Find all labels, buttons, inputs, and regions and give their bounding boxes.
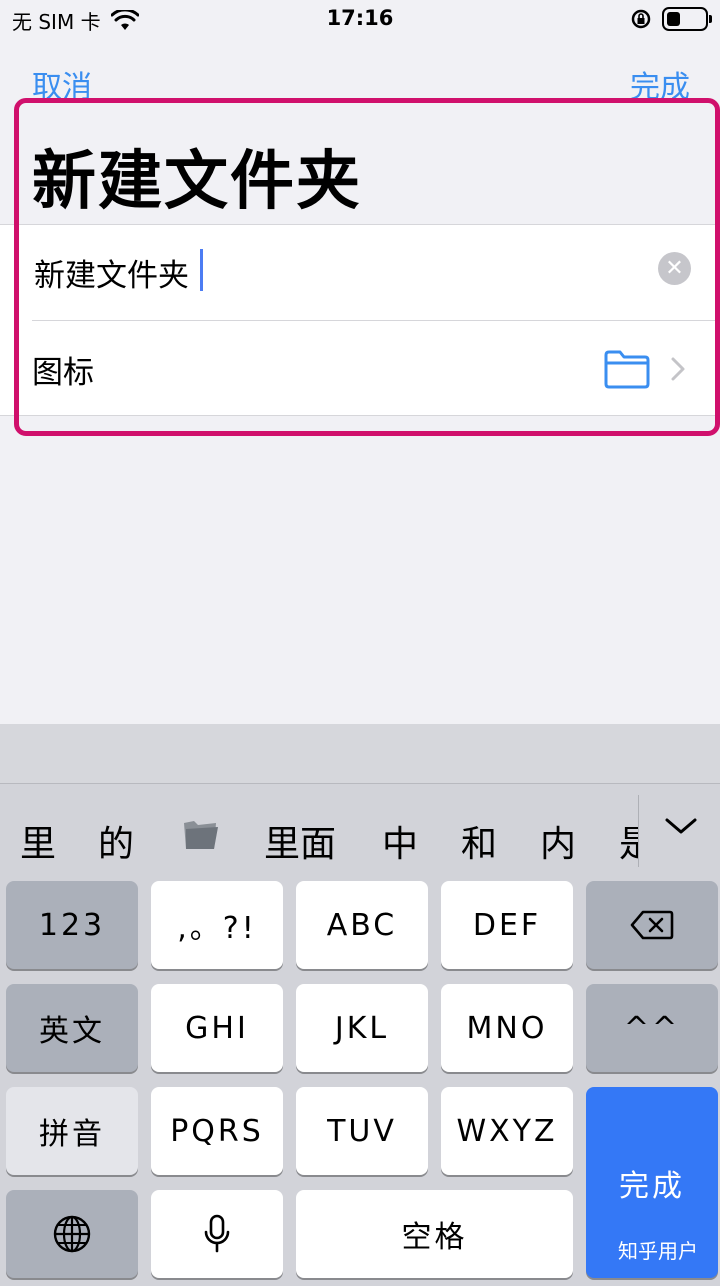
keyboard-top-bar — [0, 724, 720, 784]
key-wxyz[interactable]: WXYZ — [441, 1087, 573, 1175]
key-abc[interactable]: ABC — [296, 881, 428, 969]
key-mno[interactable]: MNO — [441, 984, 573, 1072]
keyboard: 里 的 里面 中 和 内 是 123 ,。?! ABC DEF 英文 GHI J… — [0, 724, 720, 1286]
key-def[interactable]: DEF — [441, 881, 573, 969]
delete-icon — [630, 910, 674, 940]
candidate[interactable]: 内 — [540, 815, 576, 867]
battery-level — [667, 12, 680, 26]
candidate[interactable]: 里 — [20, 815, 56, 867]
candidate[interactable]: 和 — [461, 815, 497, 867]
candidate-separator — [638, 795, 639, 867]
key-tuv[interactable]: TUV — [296, 1087, 428, 1175]
microphone-icon — [204, 1214, 230, 1253]
key-emoticon[interactable]: ^^ — [586, 984, 718, 1072]
key-123[interactable]: 123 — [6, 881, 138, 969]
dictation-key[interactable] — [151, 1190, 283, 1278]
globe-key[interactable] — [6, 1190, 138, 1278]
key-pqrs[interactable]: PQRS — [151, 1087, 283, 1175]
folder-emoji-icon[interactable] — [180, 817, 220, 853]
candidate-bar: 里 的 里面 中 和 内 是 — [0, 785, 720, 879]
status-bar: 无 SIM 卡 17:16 — [0, 0, 720, 40]
key-english[interactable]: 英文 — [6, 984, 138, 1072]
candidate[interactable]: 的 — [98, 815, 134, 867]
status-right — [630, 7, 712, 31]
key-ghi[interactable]: GHI — [151, 984, 283, 1072]
key-jkl[interactable]: JKL — [296, 984, 428, 1072]
candidate[interactable]: 中 — [382, 815, 418, 867]
highlight-box — [14, 98, 720, 436]
done-key-label: 完成 — [619, 1168, 685, 1204]
key-pinyin[interactable]: 拼音 — [6, 1087, 138, 1175]
candidate-overflow: 是 — [619, 785, 638, 879]
space-key[interactable]: 空格 — [296, 1190, 573, 1278]
candidate[interactable]: 是 — [619, 815, 638, 867]
key-punctuation[interactable]: ,。?! — [151, 881, 283, 969]
orientation-lock-icon — [631, 9, 651, 29]
candidate[interactable]: 里面 — [264, 815, 336, 867]
watermark: 知乎用户 — [618, 1239, 698, 1263]
chevron-down-icon[interactable] — [664, 815, 698, 837]
battery-icon — [662, 7, 712, 31]
globe-icon — [53, 1215, 91, 1253]
delete-key[interactable] — [586, 881, 718, 969]
keyboard-done-key[interactable]: 完成 知乎用户 — [586, 1087, 718, 1278]
status-time: 17:16 — [326, 6, 394, 30]
